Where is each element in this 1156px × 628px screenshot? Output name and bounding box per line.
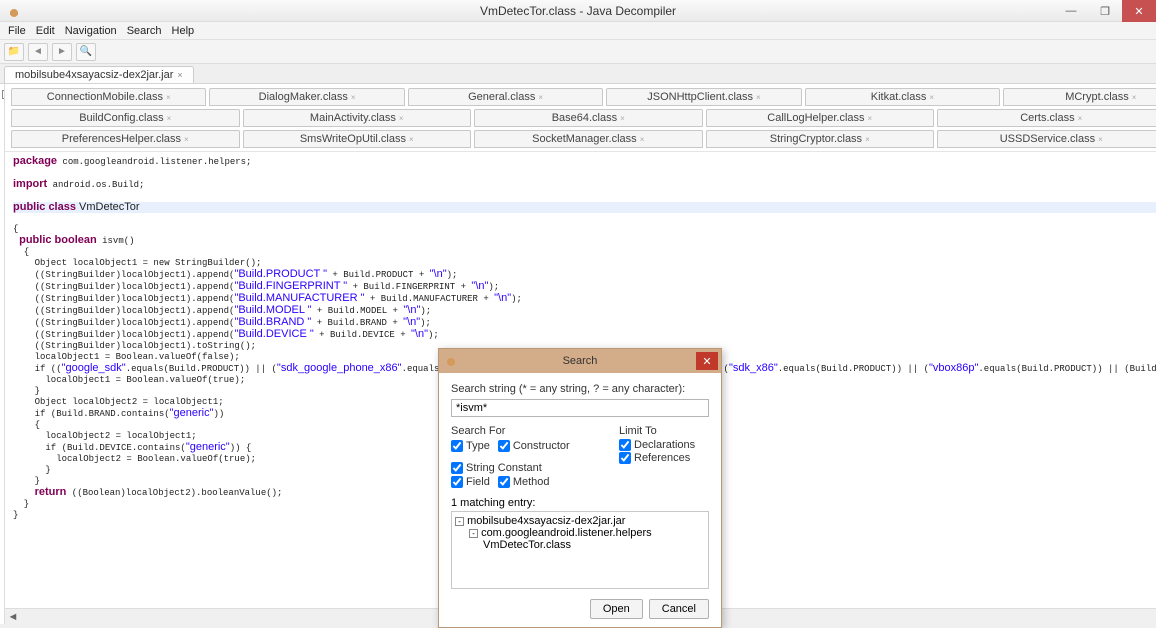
tab-close-icon: ×: [865, 135, 870, 144]
file-tab-close-icon[interactable]: ×: [177, 70, 182, 80]
search-results[interactable]: - mobilsube4xsayacsiz-dex2jar.jar - com.…: [451, 511, 709, 589]
class-tab[interactable]: SmsWriteOpUtil.class×: [243, 130, 472, 148]
titlebar: VmDetecTor.class - Java Decompiler — ❐ ✕: [0, 0, 1156, 22]
class-tab[interactable]: BuildConfig.class×: [11, 109, 240, 127]
class-tab[interactable]: USSDService.class×: [937, 130, 1156, 148]
class-tab[interactable]: Certs.class×: [937, 109, 1156, 127]
window-title: VmDetecTor.class - Java Decompiler: [480, 4, 676, 18]
class-tab[interactable]: PreferencesHelper.class×: [11, 130, 240, 148]
tab-close-icon: ×: [620, 114, 625, 123]
file-tab[interactable]: mobilsube4xsayacsiz-dex2jar.jar ×: [4, 66, 194, 83]
matching-count: 1 matching entry:: [451, 497, 709, 509]
result-jar: - mobilsube4xsayacsiz-dex2jar.jar: [455, 515, 705, 527]
search-for-header: Search For: [451, 425, 607, 437]
toolbar-forward-icon[interactable]: ►: [52, 43, 72, 61]
cancel-button[interactable]: Cancel: [649, 599, 709, 619]
close-button[interactable]: ✕: [1122, 0, 1156, 22]
tab-close-icon: ×: [929, 93, 934, 102]
tab-close-icon: ×: [409, 135, 414, 144]
menu-search[interactable]: Search: [123, 25, 166, 37]
tab-close-icon: ×: [1132, 93, 1137, 102]
tab-close-icon: ×: [184, 135, 189, 144]
class-tab[interactable]: CallLogHelper.class×: [706, 109, 935, 127]
menu-navigation[interactable]: Navigation: [61, 25, 121, 37]
dialog-title: Search: [563, 355, 598, 367]
search-dialog: Search ✕ Search string (* = any string, …: [438, 348, 722, 628]
file-tab-label: mobilsube4xsayacsiz-dex2jar.jar: [15, 69, 173, 81]
result-class: VmDetecTor.class: [455, 539, 705, 551]
search-string-label: Search string (* = any string, ? = any c…: [451, 383, 709, 395]
toolbar: 📁 ◄ ► 🔍: [0, 40, 1156, 64]
app-icon: [6, 3, 22, 19]
tab-close-icon: ×: [640, 135, 645, 144]
toolbar-open-icon[interactable]: 📁: [4, 43, 24, 61]
checkbox-type[interactable]: Type: [451, 440, 490, 452]
menu-edit[interactable]: Edit: [32, 25, 59, 37]
tab-close-icon: ×: [868, 114, 873, 123]
tab-close-icon: ×: [399, 114, 404, 123]
class-tab[interactable]: StringCryptor.class×: [706, 130, 935, 148]
tab-close-icon: ×: [1098, 135, 1103, 144]
minimize-button[interactable]: —: [1054, 0, 1088, 22]
maximize-button[interactable]: ❐: [1088, 0, 1122, 22]
class-tab[interactable]: Kitkat.class×: [805, 88, 1000, 106]
menubar: File Edit Navigation Search Help: [0, 22, 1156, 40]
class-tab[interactable]: DialogMaker.class×: [209, 88, 404, 106]
tab-close-icon: ×: [1078, 114, 1083, 123]
dialog-close-button[interactable]: ✕: [696, 352, 718, 370]
class-tab[interactable]: JSONHttpClient.class×: [606, 88, 801, 106]
tab-close-icon: ×: [167, 114, 172, 123]
search-input[interactable]: [451, 399, 709, 417]
checkbox-field[interactable]: Field: [451, 476, 490, 488]
toolbar-search-icon[interactable]: 🔍: [76, 43, 96, 61]
menu-help[interactable]: Help: [168, 25, 199, 37]
class-tab[interactable]: Base64.class×: [474, 109, 703, 127]
scroll-left-icon[interactable]: ◄: [5, 609, 21, 624]
tab-close-icon: ×: [538, 93, 543, 102]
result-package: - com.googleandroid.listener.helpers: [455, 527, 705, 539]
checkbox-constructor[interactable]: Constructor: [498, 440, 570, 452]
class-tab[interactable]: MCrypt.class×: [1003, 88, 1156, 106]
limit-to-header: Limit To: [619, 425, 709, 437]
dialog-icon: [444, 353, 458, 367]
menu-file[interactable]: File: [4, 25, 30, 37]
class-tabs: ConnectionMobile.class×DialogMaker.class…: [5, 84, 1156, 151]
tab-close-icon: ×: [351, 93, 356, 102]
class-tab[interactable]: General.class×: [408, 88, 603, 106]
tab-close-icon: ×: [166, 93, 171, 102]
toolbar-back-icon[interactable]: ◄: [28, 43, 48, 61]
class-tab[interactable]: SocketManager.class×: [474, 130, 703, 148]
checkbox-references[interactable]: References: [619, 452, 709, 464]
file-tab-row: mobilsube4xsayacsiz-dex2jar.jar ×: [0, 64, 1156, 84]
checkbox-method[interactable]: Method: [498, 476, 550, 488]
tab-close-icon: ×: [756, 93, 761, 102]
class-tab[interactable]: ConnectionMobile.class×: [11, 88, 206, 106]
open-button[interactable]: Open: [590, 599, 643, 619]
dialog-titlebar[interactable]: Search ✕: [439, 349, 721, 373]
class-tab[interactable]: MainActivity.class×: [243, 109, 472, 127]
checkbox-declarations[interactable]: Declarations: [619, 439, 709, 451]
checkbox-string-constant[interactable]: String Constant: [451, 462, 542, 474]
